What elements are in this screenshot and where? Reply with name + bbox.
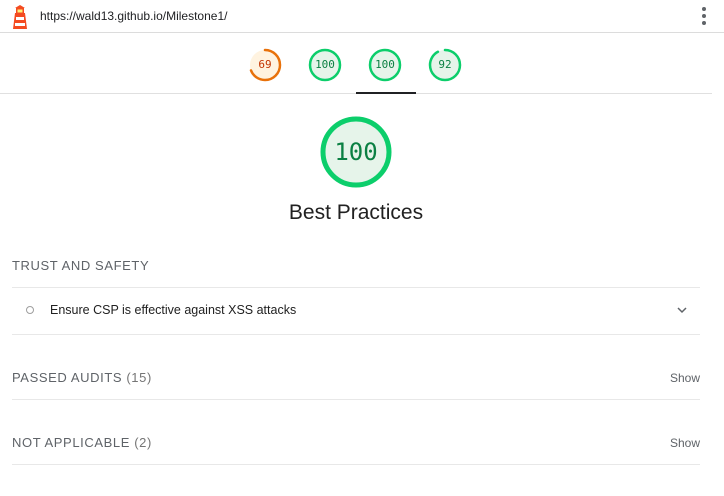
info-circle-icon [26,306,34,314]
lighthouse-icon [13,5,27,29]
section-title-not-applicable[interactable]: NOT APPLICABLE (2) [12,435,152,450]
more-vert-icon[interactable] [698,7,710,27]
active-tab-indicator [356,92,416,94]
gauge-accessibility[interactable]: 100 [308,48,342,82]
section-title-passed-audits[interactable]: PASSED AUDITS (15) [12,370,152,385]
gauge-score: 92 [438,58,452,71]
report-url: https://wald13.github.io/Milestone1/ [40,9,228,23]
section-count: (2) [134,435,152,450]
category-gauges-nav: 69 100 100 92 [0,33,712,94]
section-title-label: NOT APPLICABLE [12,435,130,450]
divider [12,399,700,400]
audit-title: Ensure CSP is effective against XSS atta… [50,303,297,317]
section-count: (15) [126,370,152,385]
category-title: Best Practices [288,201,424,224]
gauge-best-practices[interactable]: 100 [368,48,402,82]
gauge-performance[interactable]: 69 [248,48,282,82]
report-topbar: https://wald13.github.io/Milestone1/ [0,0,724,33]
lighthouse-report: https://wald13.github.io/Milestone1/ 69 … [0,0,724,496]
divider [12,464,700,465]
show-passed-audits-button[interactable]: Show [670,371,700,385]
gauge-score: 100 [315,58,335,71]
gauge-seo[interactable]: 92 [428,48,462,82]
chevron-down-icon[interactable] [676,304,688,316]
category-score-gauge: 100 [319,115,393,189]
gauge-score: 69 [258,58,272,71]
scrollbar[interactable] [712,33,724,496]
show-not-applicable-button[interactable]: Show [670,436,700,450]
category-score: 100 [334,138,378,166]
gauge-score: 100 [375,58,395,71]
section-title-trust-safety: TRUST AND SAFETY [12,258,150,273]
divider [12,334,700,335]
section-title-label: PASSED AUDITS [12,370,123,385]
audit-csp-xss[interactable]: Ensure CSP is effective against XSS atta… [12,288,700,334]
